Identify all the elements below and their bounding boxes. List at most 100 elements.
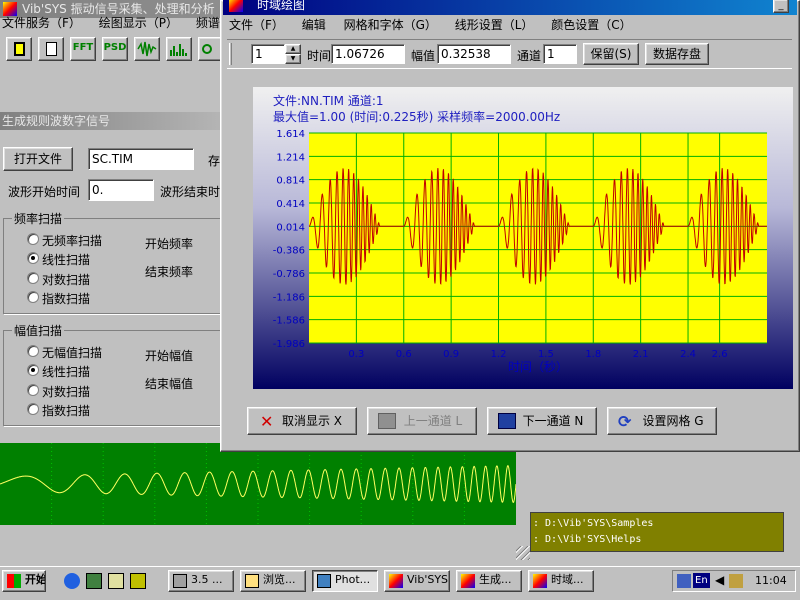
grid-settings-button[interactable]: ⟳ 设置网格 G	[607, 407, 717, 435]
tray-lang[interactable]: En	[693, 573, 710, 588]
filename-input[interactable]: SC.TIM	[88, 148, 194, 170]
time-domain-chart[interactable]: 文件:NN.TIM 通道:1最大值=1.00 (时间:0.225秒) 采样频率=…	[253, 87, 793, 389]
task-timedomain[interactable]: 时域...	[528, 570, 594, 592]
prev-channel-icon	[378, 413, 396, 429]
task-explorer-label: 浏览...	[263, 573, 296, 586]
y-tick-label: 0.814	[276, 176, 305, 187]
media-icon[interactable]	[130, 573, 146, 589]
x-tick-label: 2.6	[712, 349, 728, 360]
resize-grip-icon[interactable]	[516, 546, 530, 560]
gen-panel-titlebar[interactable]: 生成规则波数字信号	[0, 112, 222, 130]
spin-down-button[interactable]: ▼	[285, 54, 301, 64]
info-panel: : D:\Vib'SYS\Samples : D:\Vib'SYS\Helps	[530, 512, 784, 552]
time-value-field[interactable]: 1.06726	[331, 44, 405, 64]
freq-option-none[interactable]: 无频率扫描	[42, 232, 102, 249]
fft-button[interactable]: FFT	[70, 37, 96, 61]
open-file-button[interactable]: 打开文件	[3, 147, 73, 171]
speaker-icon[interactable]: ◀	[715, 573, 724, 587]
td-menu-line[interactable]: 线形设置（L）	[455, 18, 534, 32]
filter-icon[interactable]	[198, 37, 222, 61]
start-button[interactable]: 开始	[2, 570, 46, 592]
desktop-icon[interactable]	[86, 573, 102, 589]
td-menu-color[interactable]: 颜色设置（C）	[551, 18, 631, 32]
amp-radio-linear[interactable]	[27, 364, 39, 376]
y-tick-label: 0.014	[276, 222, 305, 233]
photoshop-icon	[317, 574, 331, 588]
freq-radio-log[interactable]	[27, 272, 39, 284]
channel-value-field[interactable]: 1	[543, 44, 577, 64]
x-tick-label: 2.1	[633, 349, 649, 360]
td-menu-file[interactable]: 文件（F）	[229, 18, 284, 32]
new-doc-icon[interactable]	[38, 37, 64, 61]
freq-scan-group-title: 频率扫描	[12, 210, 65, 227]
gen-panel: 生成规则波数字信号 打开文件 SC.TIM 存 波形开始时间 0. 波形结束时 …	[0, 112, 233, 442]
channel-spin-input[interactable]: 1	[251, 44, 285, 64]
td-title: 时域绘图	[257, 0, 306, 12]
vibsys-icon	[389, 574, 403, 588]
x-tick-label: 0.6	[396, 349, 412, 360]
waveform-icon[interactable]	[134, 37, 160, 61]
book-icon[interactable]	[6, 37, 32, 61]
freq-radio-exp[interactable]	[27, 291, 39, 303]
y-tick-label: 1.614	[276, 129, 305, 140]
toolbar-grip	[229, 43, 232, 65]
td-menu-edit[interactable]: 编辑	[302, 18, 326, 32]
system-tray: En ◀ 11:04	[672, 570, 796, 592]
spin-up-button[interactable]: ▲	[285, 44, 301, 54]
minimize-button[interactable]: _	[773, 0, 789, 13]
task-floppy-label: 3.5 ...	[191, 573, 223, 586]
amp-option-exp[interactable]: 指数扫描	[42, 402, 90, 419]
channel-icon[interactable]	[108, 573, 124, 589]
task-vibsys-label: Vib'SYS	[407, 573, 449, 586]
info-line-helps: : D:\Vib'SYS\Helps	[533, 534, 642, 545]
x-tick-label: 2.4	[680, 349, 696, 360]
keep-button[interactable]: 保留(S)	[583, 43, 639, 65]
cancel-display-button[interactable]: ✕ 取消显示 X	[247, 407, 357, 435]
amp-option-log[interactable]: 对数扫描	[42, 383, 90, 400]
prev-channel-button[interactable]: 上一通道 L	[367, 407, 477, 435]
td-menu-grid-font[interactable]: 网格和字体（G）	[344, 18, 437, 32]
amp-radio-exp[interactable]	[27, 403, 39, 415]
channel-label: 通道	[517, 49, 542, 63]
amp-radio-log[interactable]	[27, 384, 39, 396]
amp-option-linear[interactable]: 线性扫描	[42, 363, 90, 380]
task-vibsys[interactable]: Vib'SYS	[384, 570, 450, 592]
amp-option-none[interactable]: 无幅值扫描	[42, 344, 102, 361]
task-generate[interactable]: 生成...	[456, 570, 522, 592]
y-tick-label: -0.786	[273, 269, 305, 280]
bg-menu-file[interactable]: 文件服务（F）	[2, 16, 81, 30]
windows-logo-icon	[7, 574, 21, 588]
start-time-label: 波形开始时间	[8, 185, 81, 199]
tray-app-icon[interactable]	[677, 574, 691, 588]
start-time-input[interactable]: 0.	[88, 179, 154, 201]
end-freq-label: 结束频率	[145, 265, 194, 279]
psd-button[interactable]: PSD	[102, 37, 128, 61]
td-app-icon	[229, 0, 243, 12]
task-floppy[interactable]: 3.5 ...	[168, 570, 234, 592]
freq-option-exp[interactable]: 指数扫描	[42, 290, 90, 307]
x-tick-label: 1.2	[491, 349, 507, 360]
y-tick-label: -1.986	[273, 339, 305, 350]
task-explorer[interactable]: 浏览...	[240, 570, 306, 592]
end-time-label: 波形结束时	[160, 185, 221, 199]
td-titlebar[interactable]: 时域绘图	[223, 0, 797, 15]
td-toolbar: 1 ▲ ▼ 时间 1.06726 幅值 0.32538 通道 1 保留(S) 数…	[227, 39, 792, 69]
freq-option-log[interactable]: 对数扫描	[42, 271, 90, 288]
task-photoshop[interactable]: Phot...	[312, 570, 378, 592]
x-tick-label: 0.9	[443, 349, 459, 360]
freq-radio-none[interactable]	[27, 233, 39, 245]
freq-radio-linear[interactable]	[27, 252, 39, 264]
tray-tool-icon[interactable]	[729, 574, 743, 588]
ie-icon[interactable]	[64, 573, 80, 589]
spectrum-icon[interactable]	[166, 37, 192, 61]
bg-menu-plot[interactable]: 绘图显示（P）	[99, 16, 178, 30]
task-photoshop-label: Phot...	[335, 573, 371, 586]
red-x-icon: ✕	[260, 412, 274, 431]
x-axis-label: 时间（秒）	[508, 360, 568, 374]
save-data-button[interactable]: 数据存盘	[645, 43, 709, 65]
amp-value-field[interactable]: 0.32538	[437, 44, 511, 64]
freq-option-linear[interactable]: 线性扫描	[42, 251, 90, 268]
next-channel-button[interactable]: 下一通道 N	[487, 407, 597, 435]
chart-info-line1: 文件:NN.TIM 通道:1	[273, 93, 384, 108]
amp-radio-none[interactable]	[27, 345, 39, 357]
